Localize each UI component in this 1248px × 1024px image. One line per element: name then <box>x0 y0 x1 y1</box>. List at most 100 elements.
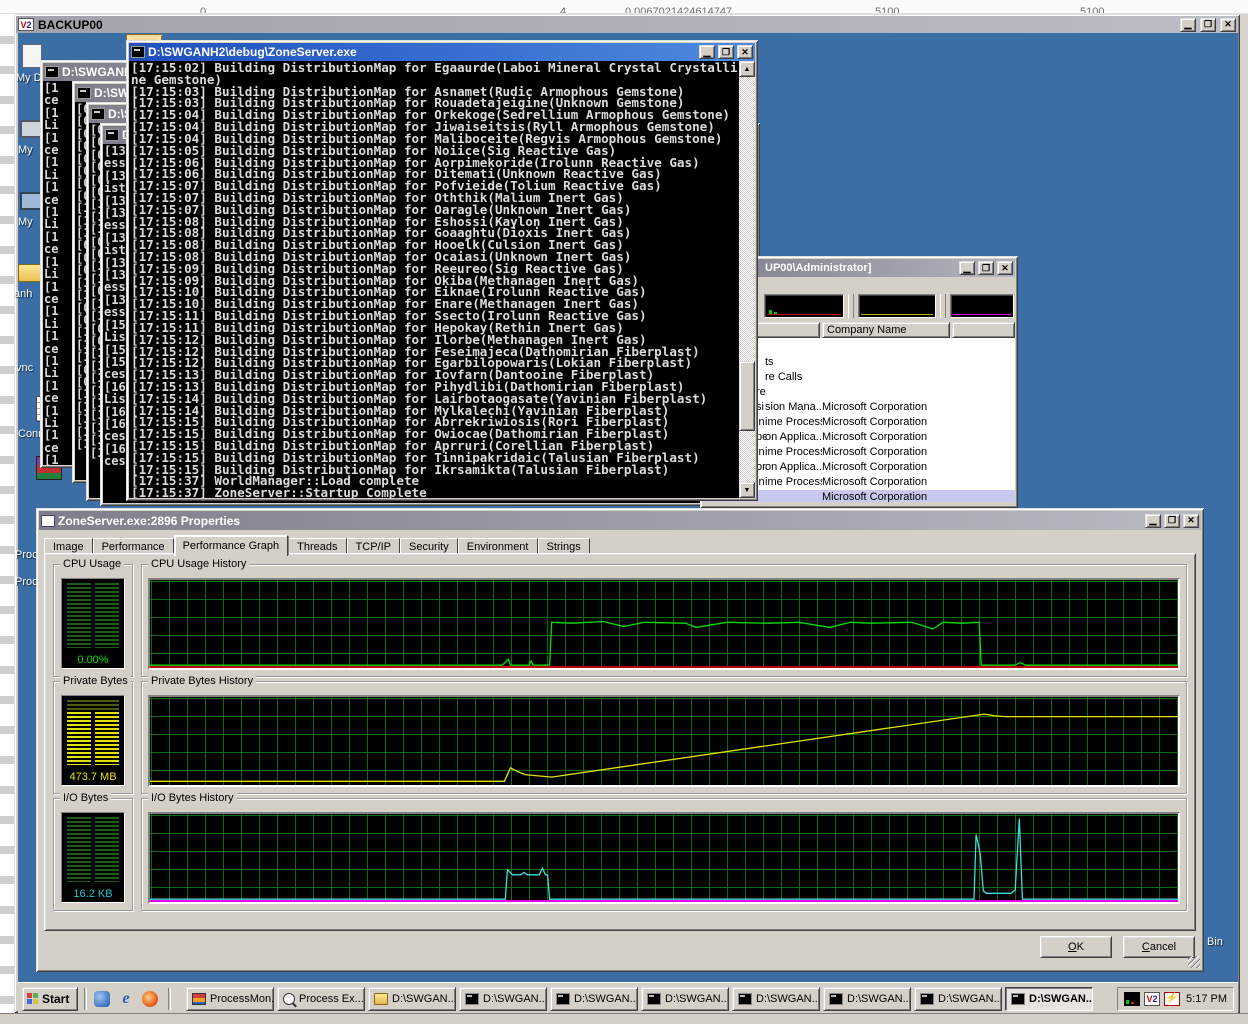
minimize-button[interactable]: ▁ <box>1145 514 1161 528</box>
taskbar-divider <box>84 988 87 1010</box>
close-button[interactable]: ✕ <box>737 45 753 59</box>
task-label: D:\SWGAN... <box>938 993 1002 1005</box>
io-write-baseline <box>150 900 1178 902</box>
process-description: re Calls <box>765 371 822 383</box>
column-header-company[interactable]: Company Name <box>822 322 950 338</box>
task-button[interactable]: Process Ex... <box>277 987 365 1011</box>
desktop-icon-label[interactable]: Proc <box>15 576 38 588</box>
scroll-down-icon[interactable]: ▼ <box>739 482 755 498</box>
taskbar-clock[interactable]: 5:17 PM <box>1184 993 1227 1005</box>
task-button[interactable]: D:\SWGAN... <box>914 987 1002 1011</box>
scroll-up-icon[interactable]: ▲ <box>739 61 755 77</box>
io-history-plot <box>150 814 1180 902</box>
process-company: Microsoft Corporation <box>822 476 972 488</box>
task-icon <box>192 993 206 1005</box>
process-company: Microsoft Corporation <box>822 401 972 413</box>
task-icon <box>647 993 661 1005</box>
task-icon <box>556 993 570 1005</box>
process-company: Microsoft Corporation <box>822 416 972 428</box>
desktop-icon-label[interactable]: Proc <box>15 549 38 561</box>
io-bytes-label: I/O Bytes <box>60 792 111 804</box>
task-button[interactable]: D:\SWGAN... <box>550 987 638 1011</box>
maximize-button[interactable]: ❐ <box>718 45 734 59</box>
io-bytes-gauge: 16.2 KB <box>61 812 125 903</box>
desktop-icon-label[interactable]: My <box>18 216 33 228</box>
toolbar-grip[interactable] <box>940 294 946 318</box>
task-button[interactable]: ProcessMon... <box>186 987 274 1011</box>
task-label: D:\SWGAN... <box>756 993 820 1005</box>
recycle-bin-label[interactable]: Bin <box>1207 936 1223 948</box>
process-description: on Applica... <box>765 431 822 443</box>
desktop-icon-label[interactable]: anh <box>14 288 32 300</box>
task-label: Process Ex... <box>299 993 364 1005</box>
io-bytes-group: I/O Bytes 16.2 KB <box>53 798 133 911</box>
io-history-label: I/O Bytes History <box>148 792 237 804</box>
tab-content: CPU Usage 0.00% CPU Usage History Privat… <box>44 553 1196 931</box>
properties-dialog[interactable]: ZoneServer.exe:2896 Properties ▁ ❐ ✕ Ima… <box>36 508 1204 972</box>
task-icon <box>465 993 479 1005</box>
vnc-tray-icon[interactable]: V2 <box>1144 992 1160 1006</box>
task-button[interactable]: D:\SWGAN... <box>732 987 820 1011</box>
lightning-tray-icon[interactable]: ⚡ <box>1164 992 1180 1006</box>
task-button[interactable]: D:\SWGAN... <box>823 987 911 1011</box>
maximize-button[interactable]: ❐ <box>1164 514 1180 528</box>
dialog-titlebar[interactable]: ZoneServer.exe:2896 Properties ▁ ❐ ✕ <box>39 511 1201 530</box>
zoneserver-console-window[interactable]: D:\SWGANH2\debug\ZoneServer.exe ▁ ❐ ✕ [1… <box>126 40 758 501</box>
minimize-button[interactable]: ▁ <box>959 261 975 275</box>
memory-mini-graph[interactable] <box>858 294 936 318</box>
gauge-headroom <box>67 700 119 712</box>
cmd-icon <box>45 66 59 78</box>
cpu-history-group: CPU Usage History <box>141 564 1187 677</box>
my-documents-icon[interactable] <box>22 44 42 68</box>
toolbar-grip[interactable] <box>848 294 854 318</box>
console-titlebar-active[interactable]: D:\SWGANH2\debug\ZoneServer.exe ▁ ❐ ✕ <box>129 43 755 61</box>
start-label: Start <box>42 992 69 1006</box>
desktop-icon-label[interactable]: vnc <box>16 362 33 374</box>
vnc-titlebar[interactable]: V2 BACKUP00 ▁ ❐ ✕ <box>16 16 1238 33</box>
private-bytes-gauge: 473.7 MB <box>61 695 125 786</box>
desktop-icon-label[interactable]: My <box>18 144 33 156</box>
desktop-icon-label[interactable]: My D <box>16 72 42 84</box>
maximize-button[interactable]: ❐ <box>1200 18 1216 32</box>
column-header[interactable] <box>952 322 1015 338</box>
quicklaunch-firefox-icon[interactable] <box>140 989 160 1009</box>
io-mini-graph[interactable] <box>950 294 1014 318</box>
task-buttons: ProcessMon... Process Ex... D:\SWGAN... … <box>186 987 1093 1011</box>
spreadsheet-cell: 0.0067021424614747 <box>625 6 732 14</box>
quicklaunch-app-icon[interactable] <box>92 989 112 1009</box>
private-bytes-value: 473.7 MB <box>62 771 124 783</box>
task-button[interactable]: D:\SWGAN... <box>1005 987 1093 1011</box>
task-button[interactable]: D:\SWGAN... <box>641 987 729 1011</box>
task-label: D:\SWGAN... <box>483 993 547 1005</box>
maximize-button[interactable]: ❐ <box>978 261 994 275</box>
close-button[interactable]: ✕ <box>1183 514 1199 528</box>
private-history-plot <box>150 697 1180 785</box>
process-description: ime Process <box>765 416 822 428</box>
task-label: D:\SWGAN... <box>574 993 638 1005</box>
task-label: D:\SWGAN... <box>847 993 911 1005</box>
dialog-title: ZoneServer.exe:2896 Properties <box>58 514 1142 528</box>
cpu-meter-tray-icon[interactable] <box>1124 992 1140 1006</box>
task-button[interactable]: D:\SWGAN... <box>459 987 547 1011</box>
cmd-icon <box>91 108 105 120</box>
io-history-group: I/O Bytes History <box>141 798 1187 911</box>
start-button[interactable]: Start <box>22 987 78 1011</box>
minimize-button[interactable]: ▁ <box>699 45 715 59</box>
task-button[interactable]: D:\SWGAN... <box>368 987 456 1011</box>
close-button[interactable]: ✕ <box>997 261 1013 275</box>
cancel-button[interactable]: Cancel <box>1123 936 1195 958</box>
close-button[interactable]: ✕ <box>1220 18 1236 32</box>
minimize-button[interactable]: ▁ <box>1180 18 1196 32</box>
cpu-usage-group: CPU Usage 0.00% <box>53 564 133 677</box>
tab[interactable]: Performance Graph <box>174 535 289 556</box>
scrollbar-thumb[interactable] <box>739 361 755 431</box>
console-scrollbar[interactable]: ▲ ▼ <box>739 61 755 498</box>
process-description: ts <box>765 356 822 368</box>
cpu-mini-graph[interactable] <box>764 294 844 318</box>
ok-button[interactable]: OOKK <box>1040 936 1112 958</box>
host-scrollbar-strip[interactable] <box>1240 14 1248 1013</box>
quicklaunch-ie-icon[interactable]: e <box>116 989 136 1009</box>
cmd-icon <box>105 129 119 141</box>
resize-grip[interactable] <box>1188 956 1200 968</box>
task-icon <box>374 993 388 1005</box>
